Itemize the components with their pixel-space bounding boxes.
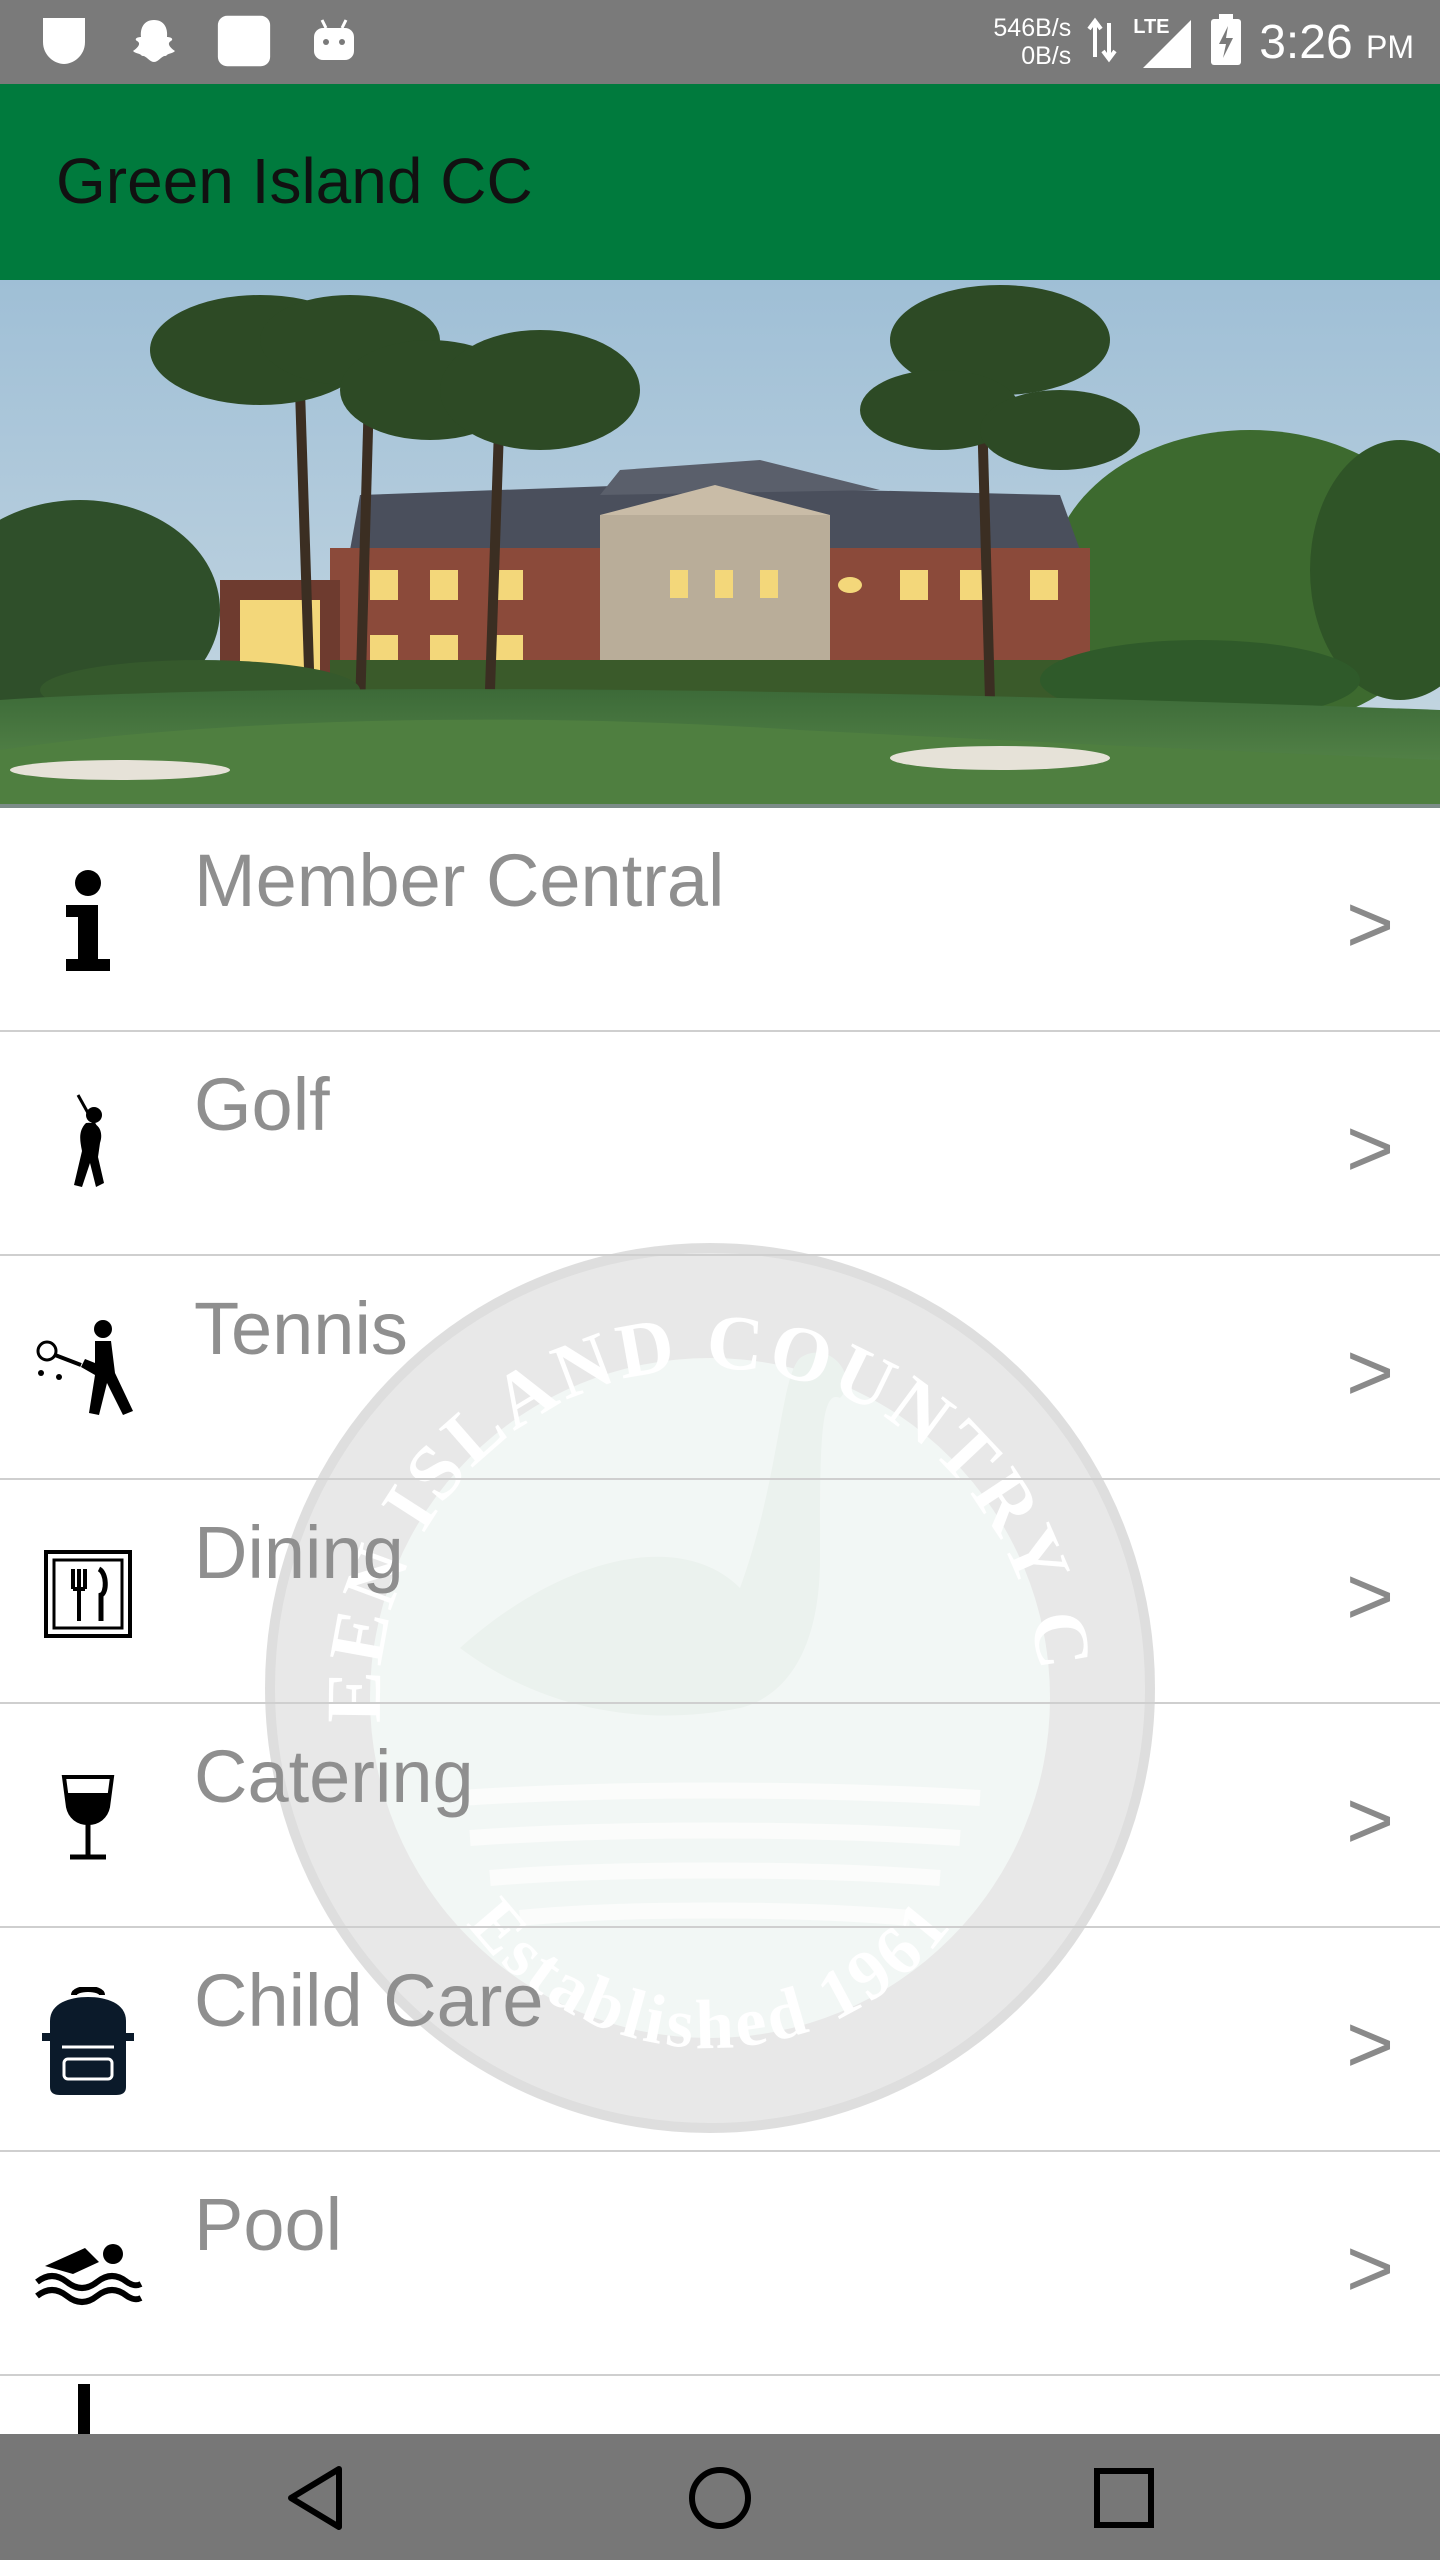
menu-item-golf[interactable]: Golf > [0, 1032, 1440, 1256]
chevron-right-icon: > [1346, 1775, 1394, 1866]
menu-item-label: Child Care [194, 1959, 544, 2042]
home-icon[interactable] [680, 2458, 760, 2538]
menu-item-member-central[interactable]: Member Central > [0, 808, 1440, 1032]
data-transfer-icon [1087, 17, 1117, 68]
menu-item-catering[interactable]: Catering > [0, 1704, 1440, 1928]
clock-suffix: PM [1366, 28, 1414, 65]
status-indicators: 546B/s 0B/s LTE 3:26 PM [993, 0, 1414, 84]
fork-knife-icon [30, 1536, 146, 1652]
status-bar: 546B/s 0B/s LTE 3:26 PM [0, 0, 1440, 84]
network-speed: 546B/s 0B/s [993, 14, 1071, 70]
net-speed-down: 0B/s [1021, 42, 1072, 70]
clubhouse-hero-image [0, 280, 1440, 808]
square-app-icon [216, 12, 272, 70]
back-icon[interactable] [276, 2458, 356, 2538]
chevron-right-icon: > [1346, 1551, 1394, 1642]
menu-item-tennis[interactable]: Tennis > [0, 1256, 1440, 1480]
system-nav-bar [0, 2434, 1440, 2560]
battery-icon [1209, 13, 1243, 71]
chevron-right-icon: > [1346, 1103, 1394, 1194]
menu-item-label: Golf [194, 1063, 330, 1146]
signal-icon: LTE [1133, 14, 1193, 70]
chevron-right-icon: > [1346, 1327, 1394, 1418]
menu-item-label: Dining [194, 1511, 404, 1594]
info-icon [30, 864, 146, 980]
menu-item-label: Member Central [194, 839, 725, 922]
menu-item-label: Pool [194, 2183, 343, 2266]
menu-item-partial[interactable] [0, 2376, 1440, 2434]
wine-glass-icon [30, 1760, 146, 1876]
backpack-icon [30, 1984, 146, 2100]
menu-item-pool[interactable]: Pool > [0, 2152, 1440, 2376]
chevron-right-icon: > [1346, 1999, 1394, 2090]
partial-icon [78, 2384, 90, 2434]
chevron-right-icon: > [1346, 2223, 1394, 2314]
android-icon [306, 12, 362, 70]
app-title: Green Island CC [56, 145, 533, 217]
app-bar: Green Island CC [0, 84, 1440, 280]
menu-item-child-care[interactable]: Child Care > [0, 1928, 1440, 2152]
clock-time: 3:26 [1259, 15, 1353, 69]
menu-item-dining[interactable]: Dining > [0, 1480, 1440, 1704]
golfer-icon [30, 1088, 146, 1204]
menu-item-label: Catering [194, 1735, 474, 1818]
notification-icons [36, 12, 362, 70]
clock: 3:26 PM [1259, 15, 1414, 70]
menu-list: GREEN ISLAND COUNTRY CLUB Established 19… [0, 808, 1440, 2434]
shield-icon [36, 12, 92, 70]
recents-icon[interactable] [1084, 2458, 1164, 2538]
snapchat-icon [126, 12, 182, 70]
chevron-right-icon: > [1346, 879, 1394, 970]
menu-item-label: Tennis [194, 1287, 408, 1370]
swimmer-icon [30, 2208, 146, 2324]
net-speed-up: 546B/s [993, 14, 1072, 42]
tennis-player-icon [30, 1312, 146, 1428]
